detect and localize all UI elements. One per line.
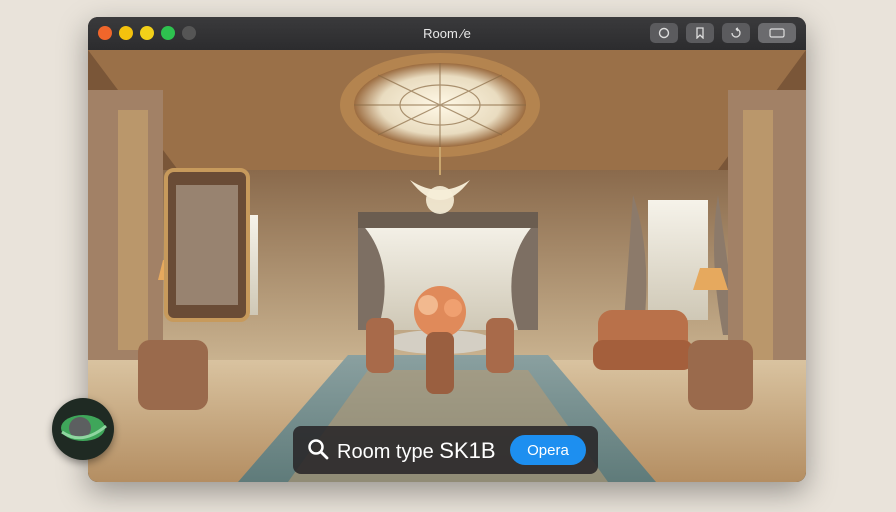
app-window: Room ⁄e Room type SK1B Opera xyxy=(88,17,806,482)
share-icon[interactable] xyxy=(722,23,750,43)
title-bar: Room ⁄e xyxy=(88,17,806,50)
search-query[interactable]: Room type SK1B xyxy=(337,438,496,464)
room-photo: Room type SK1B Opera xyxy=(88,50,806,482)
open-button[interactable]: Opera xyxy=(510,435,586,465)
app-badge[interactable] xyxy=(52,398,114,460)
room-search-bar[interactable]: Room type SK1B Opera xyxy=(293,426,598,474)
info-icon[interactable] xyxy=(650,23,678,43)
toolbar xyxy=(650,23,796,43)
sidebar-icon[interactable] xyxy=(758,23,796,43)
query-prefix: Room type xyxy=(337,441,440,463)
search-icon xyxy=(307,438,329,460)
room-illustration xyxy=(88,50,806,482)
bookmark-icon[interactable] xyxy=(686,23,714,43)
room-type-code: SK1B xyxy=(439,438,496,463)
leaf-logo-icon xyxy=(61,415,107,441)
